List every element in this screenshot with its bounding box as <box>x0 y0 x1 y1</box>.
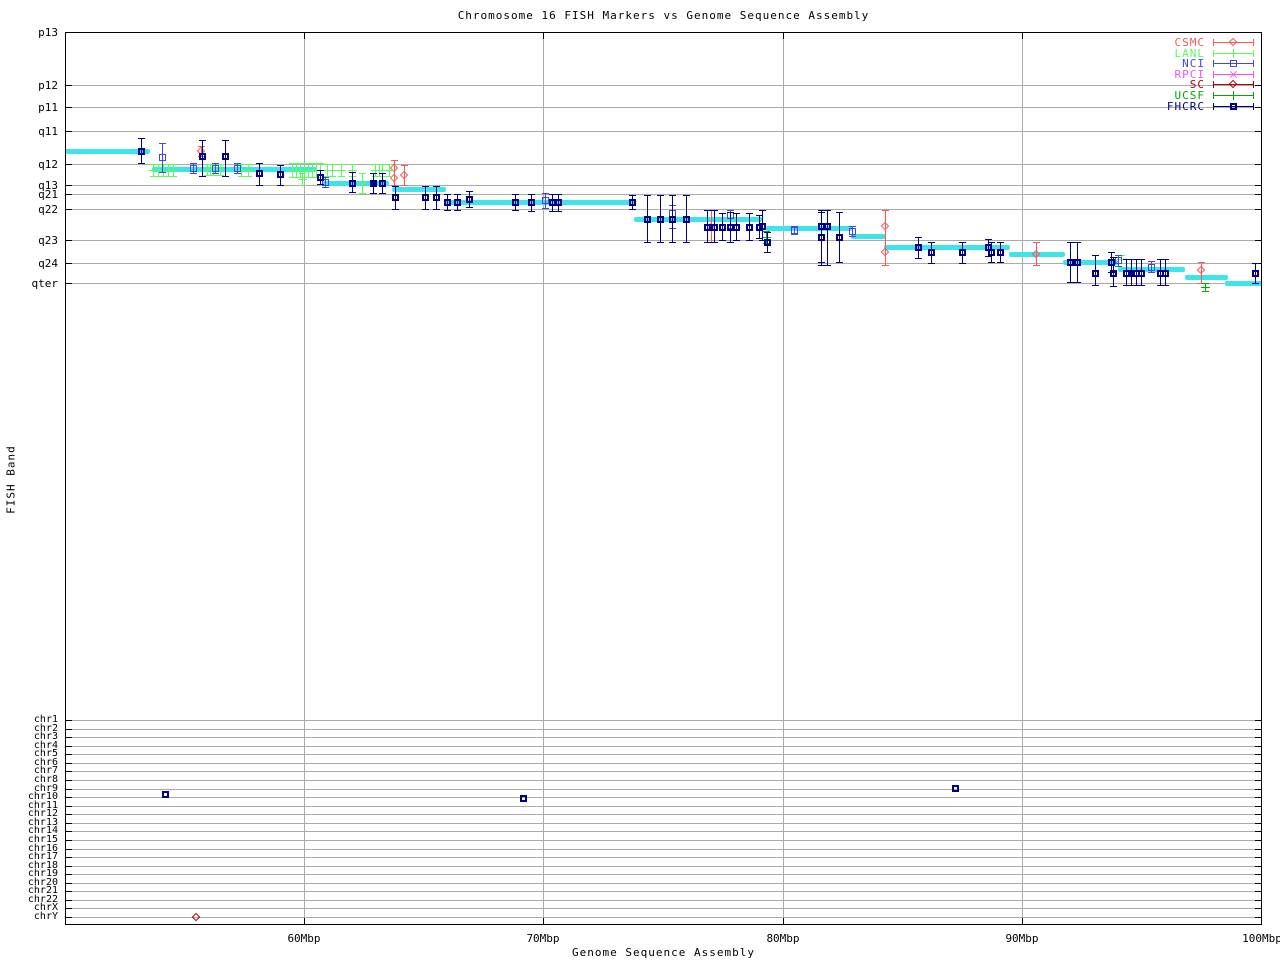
y-row-label: p12 <box>38 79 58 92</box>
y-row-label: qter <box>31 277 59 290</box>
x-tick-label: 80Mbp <box>766 932 800 945</box>
plot-frame <box>65 32 1262 925</box>
x-tick-label: 60Mbp <box>287 932 321 945</box>
y-row-label: q12 <box>38 158 58 171</box>
y-row-label: q22 <box>38 203 58 216</box>
y-row-label: q11 <box>38 125 58 138</box>
y-row-label: q24 <box>38 257 58 270</box>
y-row-label: chrY <box>33 911 58 922</box>
y-row-label: p13 <box>38 26 58 39</box>
x-tick-label: 90Mbp <box>1005 932 1039 945</box>
x-tick-label: 100Mbp <box>1242 932 1280 945</box>
y-row-label: q21 <box>38 188 58 201</box>
chromosome-fish-chart: Chromosome 16 FISH Markers vs Genome Seq… <box>0 0 1280 960</box>
x-tick-label: 70Mbp <box>526 932 560 945</box>
y-row-label: q23 <box>38 234 58 247</box>
y-row-label: p11 <box>38 101 58 114</box>
x-axis-label: Genome Sequence Assembly <box>572 946 755 959</box>
